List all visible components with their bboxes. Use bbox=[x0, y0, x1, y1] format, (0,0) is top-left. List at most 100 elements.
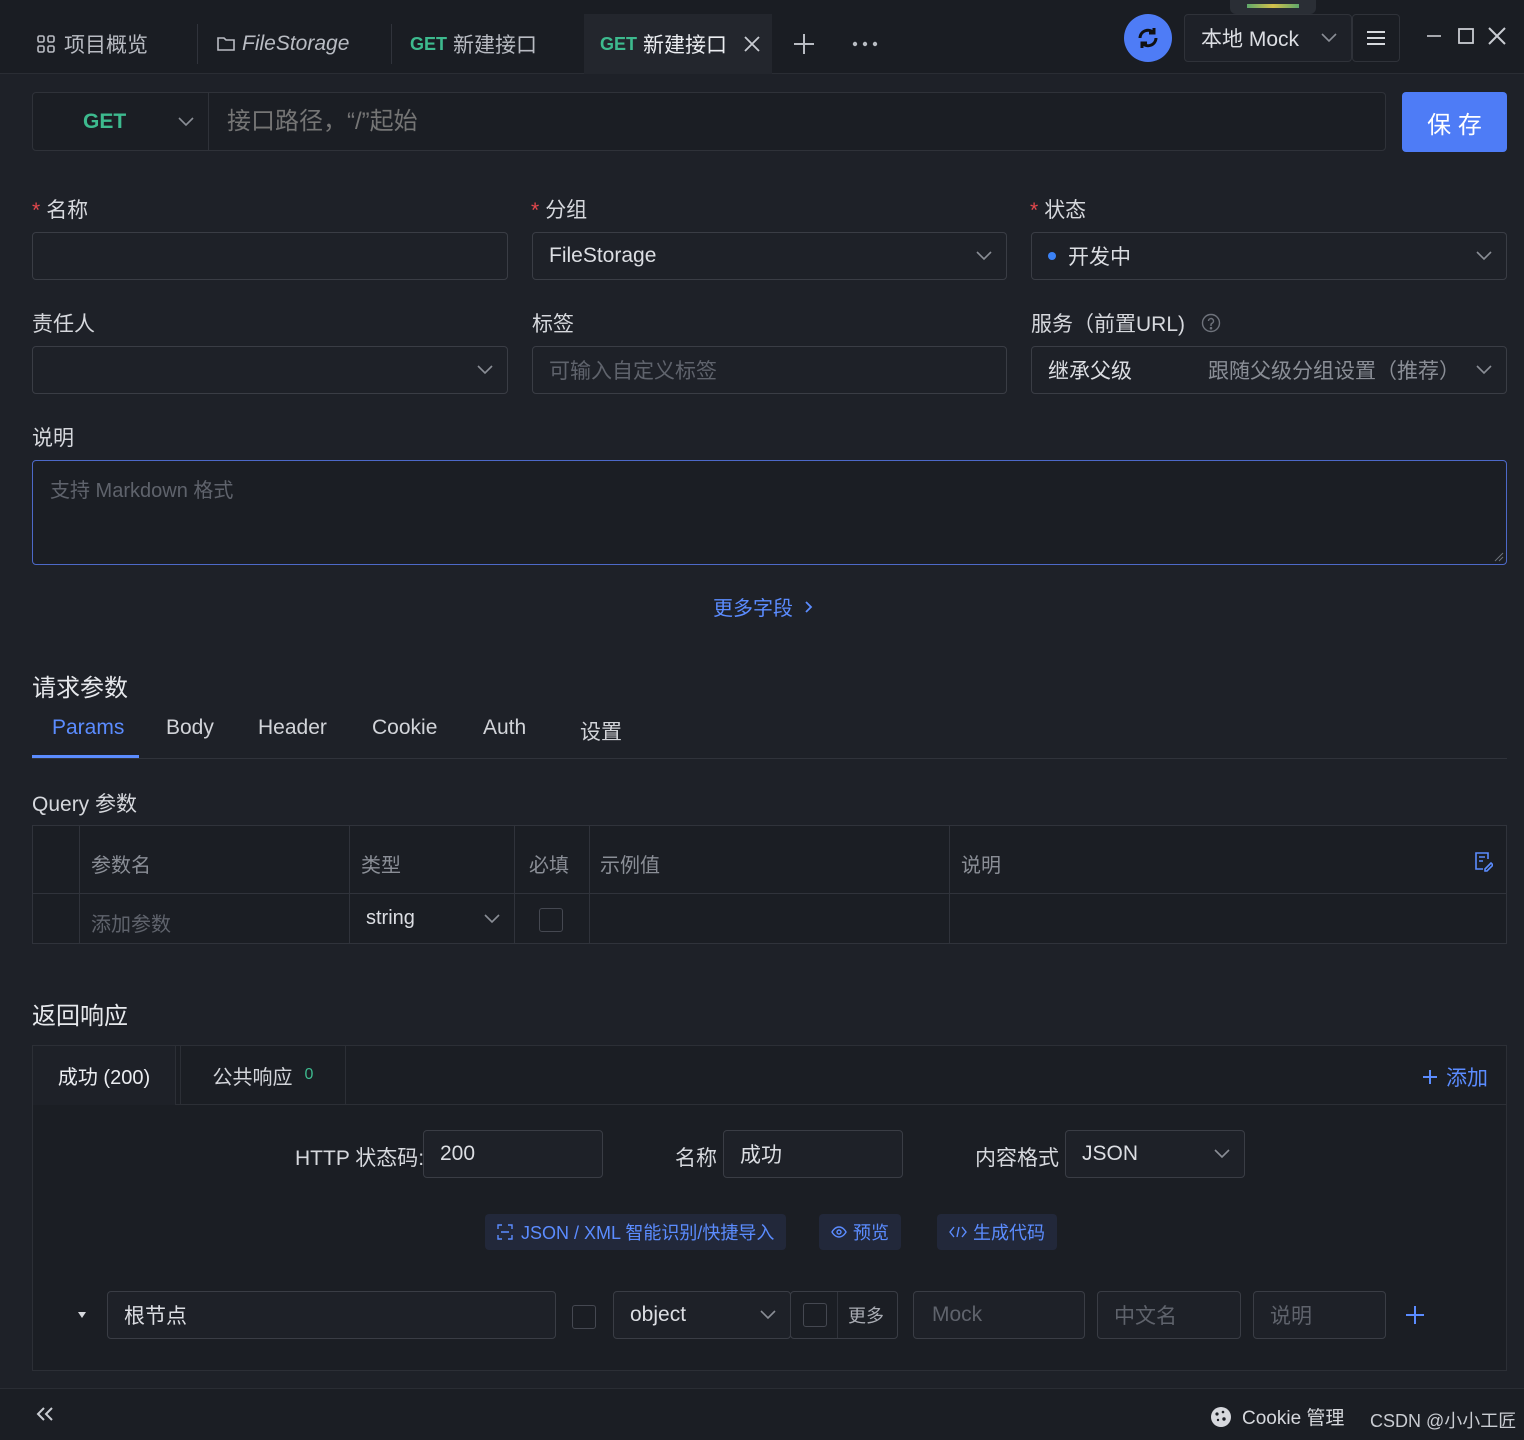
tab-auth[interactable]: Auth bbox=[483, 716, 526, 740]
caret-down-icon[interactable] bbox=[77, 1312, 87, 1318]
mock-input[interactable]: Mock bbox=[913, 1291, 1085, 1339]
environment-select[interactable]: 本地 Mock bbox=[1184, 14, 1352, 62]
sync-icon[interactable] bbox=[1124, 14, 1172, 62]
tab-new-api-1[interactable]: GET 新建接口 bbox=[392, 14, 584, 74]
tabs-divider bbox=[32, 758, 1507, 759]
service-label: 服务（前置URL) bbox=[1031, 308, 1221, 338]
chevron-down-icon bbox=[477, 365, 493, 375]
chinese-name-input[interactable]: 中文名 bbox=[1097, 1291, 1241, 1339]
column-header-name: 参数名 bbox=[91, 855, 151, 877]
window-close-icon[interactable] bbox=[1485, 24, 1509, 48]
service-hint: 跟随父级分组设置（推荐） bbox=[1208, 360, 1460, 383]
chevron-down-icon bbox=[178, 116, 194, 127]
owner-select[interactable] bbox=[32, 346, 508, 394]
method-badge: GET bbox=[600, 33, 638, 54]
status-dot bbox=[1048, 252, 1056, 260]
path-input[interactable] bbox=[209, 93, 1385, 150]
chevron-down-icon bbox=[1476, 251, 1492, 261]
group-value: FileStorage bbox=[549, 244, 657, 267]
add-child-plus-icon[interactable] bbox=[1405, 1305, 1425, 1325]
tab-new-api-2[interactable]: GET 新建接口 bbox=[584, 14, 772, 74]
environment-label: 本地 Mock bbox=[1201, 28, 1300, 51]
tags-label: 标签 bbox=[532, 313, 574, 336]
root-description-input[interactable]: 说明 bbox=[1253, 1291, 1386, 1339]
http-code-label: HTTP 状态码: bbox=[295, 1147, 425, 1170]
folder-icon bbox=[216, 35, 236, 53]
name-input[interactable] bbox=[32, 232, 508, 280]
grid-icon bbox=[36, 34, 56, 54]
plus-icon bbox=[1422, 1069, 1438, 1085]
tab-label: 新建接口 bbox=[643, 34, 728, 57]
preview-button[interactable]: 预览 bbox=[819, 1214, 901, 1250]
smart-import-button[interactable]: JSON / XML 智能识别/快捷导入 bbox=[485, 1214, 787, 1250]
more-tabs-icon[interactable] bbox=[848, 28, 882, 60]
close-icon[interactable] bbox=[743, 35, 761, 53]
help-icon[interactable] bbox=[1201, 313, 1221, 333]
tab-project-overview[interactable]: 项目概览 bbox=[20, 14, 198, 74]
collapse-sidebar-icon[interactable] bbox=[36, 1407, 54, 1421]
minimize-icon[interactable] bbox=[1422, 24, 1446, 48]
http-code-input[interactable]: 200 bbox=[423, 1130, 603, 1178]
service-value: 继承父级 bbox=[1048, 360, 1132, 383]
method-badge: GET bbox=[410, 33, 448, 54]
more-fields-link[interactable]: 更多字段 bbox=[713, 592, 813, 621]
add-response-button[interactable]: 添加 bbox=[1422, 1062, 1488, 1092]
group-select[interactable]: FileStorage bbox=[532, 232, 1007, 280]
status-select[interactable]: 开发中 bbox=[1031, 232, 1507, 280]
tags-input[interactable]: 可输入自定义标签 bbox=[532, 346, 1007, 394]
response-title: 返回响应 bbox=[32, 1003, 128, 1030]
new-tab-plus-icon[interactable] bbox=[788, 28, 820, 60]
generate-code-button[interactable]: 生成代码 bbox=[937, 1214, 1057, 1250]
resize-handle-icon[interactable] bbox=[1494, 552, 1504, 562]
title-bar: 项目概览 FileStorage GET 新建接口 GET 新建接口 本地 Mo… bbox=[0, 0, 1524, 74]
watermark: CSDN @小小工匠 bbox=[1370, 1411, 1517, 1431]
tab-response-common[interactable]: 公共响应 0 bbox=[180, 1045, 346, 1104]
add-param-input[interactable]: 添加参数 bbox=[91, 908, 171, 937]
response-panel: 成功 (200) 公共响应 0 添加 HTTP 状态码: 200 名称 成功 内… bbox=[32, 1045, 1507, 1371]
menu-icon[interactable] bbox=[1352, 14, 1400, 62]
service-select[interactable]: 继承父级 跟随父级分组设置（推荐） bbox=[1031, 346, 1507, 394]
group-label: * 分组 bbox=[531, 199, 588, 222]
tab-body[interactable]: Body bbox=[166, 716, 214, 740]
tab-header[interactable]: Header bbox=[258, 716, 327, 740]
chevron-down-icon bbox=[1476, 365, 1492, 375]
root-node-name[interactable]: 根节点 bbox=[107, 1291, 556, 1339]
tray-indicator bbox=[1230, 0, 1316, 14]
content-format-select[interactable]: JSON bbox=[1065, 1130, 1245, 1178]
chevron-down-icon bbox=[1321, 33, 1337, 43]
description-textarea[interactable]: 支持 Markdown 格式 bbox=[32, 460, 1507, 565]
tab-response-success[interactable]: 成功 (200) bbox=[32, 1045, 176, 1105]
tab-label: 项目概览 bbox=[64, 34, 148, 57]
tab-settings[interactable]: 设置 bbox=[580, 716, 622, 746]
tab-cookie[interactable]: Cookie bbox=[372, 716, 437, 740]
content-format-label: 内容格式 bbox=[975, 1147, 1059, 1170]
root-type-select[interactable]: object bbox=[613, 1291, 791, 1339]
description-placeholder: 支持 Markdown 格式 bbox=[50, 480, 234, 502]
chevron-down-icon bbox=[1214, 1149, 1230, 1159]
chevron-right-icon bbox=[805, 600, 813, 613]
response-name-input[interactable]: 成功 bbox=[723, 1130, 903, 1178]
save-button[interactable]: 保 存 bbox=[1402, 92, 1507, 152]
request-line: GET bbox=[32, 92, 1386, 151]
nullable-checkbox[interactable] bbox=[803, 1303, 827, 1327]
root-type-value: object bbox=[630, 1303, 687, 1326]
more-button[interactable]: 更多 bbox=[848, 1302, 884, 1328]
column-header-description: 说明 bbox=[961, 855, 1001, 877]
cookie-manager-button[interactable]: Cookie 管理 bbox=[1210, 1403, 1344, 1430]
maximize-icon[interactable] bbox=[1454, 24, 1478, 48]
more-options-group: 更多 bbox=[790, 1291, 898, 1339]
content-format-value: JSON bbox=[1082, 1142, 1139, 1165]
tags-placeholder: 可输入自定义标签 bbox=[549, 360, 717, 383]
required-checkbox[interactable] bbox=[539, 908, 563, 932]
status-value: 开发中 bbox=[1068, 246, 1131, 269]
param-type-select[interactable]: string bbox=[350, 894, 514, 943]
root-required-checkbox[interactable] bbox=[572, 1305, 596, 1329]
tab-params[interactable]: Params bbox=[52, 716, 124, 740]
tab-filestorage[interactable]: FileStorage bbox=[198, 14, 392, 74]
column-header-example: 示例值 bbox=[600, 855, 660, 877]
method-select[interactable]: GET bbox=[33, 93, 209, 150]
column-header-required: 必填 bbox=[529, 855, 569, 877]
code-icon bbox=[949, 1226, 967, 1238]
bulk-edit-icon[interactable] bbox=[1473, 850, 1493, 872]
tab-label: 新建接口 bbox=[453, 34, 538, 57]
